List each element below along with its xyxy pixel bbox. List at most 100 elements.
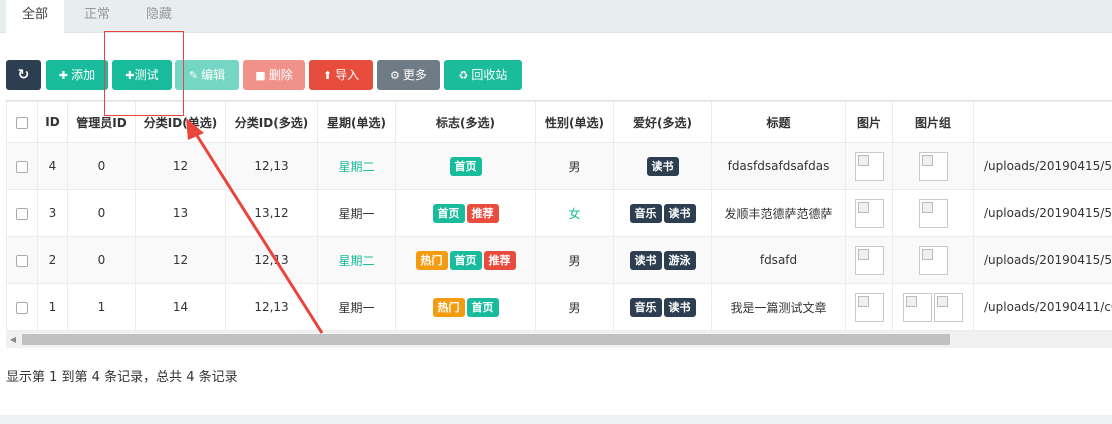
cell-category-multi: 12,13 xyxy=(225,236,318,284)
cell-image-group xyxy=(892,236,974,284)
gear-icon: ⚙ xyxy=(390,69,400,82)
recycle-icon: ♻ xyxy=(458,69,469,82)
cell-category-single: 13 xyxy=(135,189,226,237)
cell-hobbies: 读书 游泳 xyxy=(613,236,712,284)
tab-all[interactable]: 全部 xyxy=(6,0,64,34)
cell-id: 4 xyxy=(37,142,68,190)
upload-icon: ⬆ xyxy=(322,69,333,82)
horizontal-scrollbar[interactable]: ◀ xyxy=(6,331,1112,348)
column-header[interactable]: 图片组 xyxy=(892,101,974,143)
flag-badge: 推荐 xyxy=(466,203,499,223)
image-thumbnail[interactable] xyxy=(903,292,932,322)
row-checkbox[interactable] xyxy=(6,236,38,284)
data-table-container: ID 管理员ID 分类ID(单选) 分类ID(多选) 星期(单选) 标志(多选)… xyxy=(6,100,1112,346)
cell-weekday: 星期一 xyxy=(317,283,396,331)
cell-hobbies: 音乐 读书 xyxy=(613,283,712,331)
annotation-highlight-box xyxy=(104,31,184,116)
column-header[interactable]: 分类ID(多选) xyxy=(225,101,318,143)
cell-flags: 热门 首页 推荐 xyxy=(395,236,536,284)
cell-weekday: 星期二 xyxy=(317,142,396,190)
trash-icon: ■ xyxy=(255,69,266,82)
cell-image xyxy=(845,236,893,284)
image-thumbnail[interactable] xyxy=(918,198,948,228)
hobby-badge: 音乐 xyxy=(629,297,662,317)
row-checkbox[interactable] xyxy=(6,142,38,190)
image-thumbnail[interactable] xyxy=(854,198,884,228)
hobby-badge: 读书 xyxy=(646,156,679,176)
table-row[interactable]: 3 0 13 13,12 星期一 首页 推荐女音乐 读书 发顺丰范德萨范德萨/uploads/2… xyxy=(6,189,1112,237)
cell-admin-id: 1 xyxy=(67,283,136,331)
image-thumbnail[interactable] xyxy=(918,245,948,275)
delete-button[interactable]: ■ 删除 xyxy=(243,60,305,90)
edit-button[interactable]: ✎ 编辑 xyxy=(175,60,239,90)
scroll-left-arrow-icon[interactable]: ◀ xyxy=(6,331,20,348)
column-header xyxy=(973,101,1112,143)
column-header[interactable]: ID xyxy=(37,101,68,143)
cell-gender: 男 xyxy=(535,283,614,331)
hobby-badge: 读书 xyxy=(629,250,662,270)
cell-file-path: /uploads/20190415/55 xyxy=(973,236,1112,284)
cell-title: 发顺丰范德萨范德萨 xyxy=(711,189,846,237)
cell-category-single: 12 xyxy=(135,236,226,284)
column-header[interactable]: 标志(多选) xyxy=(395,101,536,143)
table-row[interactable]: 4 0 12 12,13 星期二 首页 男 读书 fdasfdsafdsafdas/upload… xyxy=(6,142,1112,190)
flag-badge: 首页 xyxy=(432,203,465,223)
hobby-badge: 音乐 xyxy=(629,203,662,223)
column-header[interactable]: 星期(单选) xyxy=(317,101,396,143)
import-button-label: 导入 xyxy=(335,68,360,82)
cell-flags: 热门 首页 xyxy=(395,283,536,331)
column-header[interactable]: 性别(单选) xyxy=(535,101,614,143)
image-thumbnail[interactable] xyxy=(934,292,963,322)
cell-title: fdsafd xyxy=(711,236,846,284)
scrollbar-thumb[interactable] xyxy=(22,334,950,345)
refresh-icon: ↻ xyxy=(17,67,30,83)
cell-category-multi: 12,13 xyxy=(225,142,318,190)
column-header[interactable]: 爱好(多选) xyxy=(613,101,712,143)
cell-image xyxy=(845,189,893,237)
cell-category-multi: 13,12 xyxy=(225,189,318,237)
hobby-badge: 读书 xyxy=(663,297,696,317)
more-button[interactable]: ⚙ 更多 xyxy=(377,60,440,90)
edit-button-label: 编辑 xyxy=(201,68,226,82)
tab-hidden[interactable]: 隐藏 xyxy=(130,0,188,33)
add-button-label: 添加 xyxy=(71,68,96,82)
cell-hobbies: 读书 xyxy=(613,142,712,190)
image-thumbnail[interactable] xyxy=(918,151,948,181)
column-header[interactable]: 图片 xyxy=(845,101,893,143)
select-all-checkbox[interactable] xyxy=(6,101,38,143)
flag-badge: 热门 xyxy=(432,297,465,317)
cell-weekday: 星期一 xyxy=(317,189,396,237)
row-checkbox[interactable] xyxy=(6,189,38,237)
tab-bar: 全部 正常 隐藏 xyxy=(0,0,1112,34)
refresh-button[interactable]: ↻ xyxy=(6,60,41,90)
cell-weekday: 星期二 xyxy=(317,236,396,284)
import-button[interactable]: ⬆ 导入 xyxy=(309,60,373,90)
image-thumbnail[interactable] xyxy=(854,292,884,322)
table-row[interactable]: 1 1 14 12,13 星期一 热门 首页男音乐 读书 我是一篇测试文章/uploads/20… xyxy=(6,283,1112,331)
delete-button-label: 删除 xyxy=(268,68,293,82)
cell-image-group xyxy=(892,283,974,331)
table-row[interactable]: 2 0 12 12,13 星期二 热门 首页 推荐男读书 游泳 fdsafd/uploads/20… xyxy=(6,236,1112,284)
cell-gender: 女 xyxy=(535,189,614,237)
cell-admin-id: 0 xyxy=(67,236,136,284)
image-thumbnail[interactable] xyxy=(854,245,884,275)
column-header[interactable]: 标题 xyxy=(711,101,846,143)
cell-title: 我是一篇测试文章 xyxy=(711,283,846,331)
cell-file-path: /uploads/20190411/c0f xyxy=(973,283,1112,331)
cell-flags: 首页 推荐 xyxy=(395,189,536,237)
cell-file-path: /uploads/20190415/55 xyxy=(973,142,1112,190)
cell-admin-id: 0 xyxy=(67,142,136,190)
cell-image xyxy=(845,283,893,331)
cell-image-group xyxy=(892,189,974,237)
flag-badge: 首页 xyxy=(466,297,499,317)
add-button[interactable]: ✚ 添加 xyxy=(46,60,108,90)
cell-image-group xyxy=(892,142,974,190)
tab-normal[interactable]: 正常 xyxy=(68,0,126,33)
cell-admin-id: 0 xyxy=(67,189,136,237)
image-thumbnail[interactable] xyxy=(854,151,884,181)
cell-image xyxy=(845,142,893,190)
cell-gender: 男 xyxy=(535,236,614,284)
recycle-bin-button[interactable]: ♻ 回收站 xyxy=(444,60,522,90)
cell-id: 2 xyxy=(37,236,68,284)
row-checkbox[interactable] xyxy=(6,283,38,331)
